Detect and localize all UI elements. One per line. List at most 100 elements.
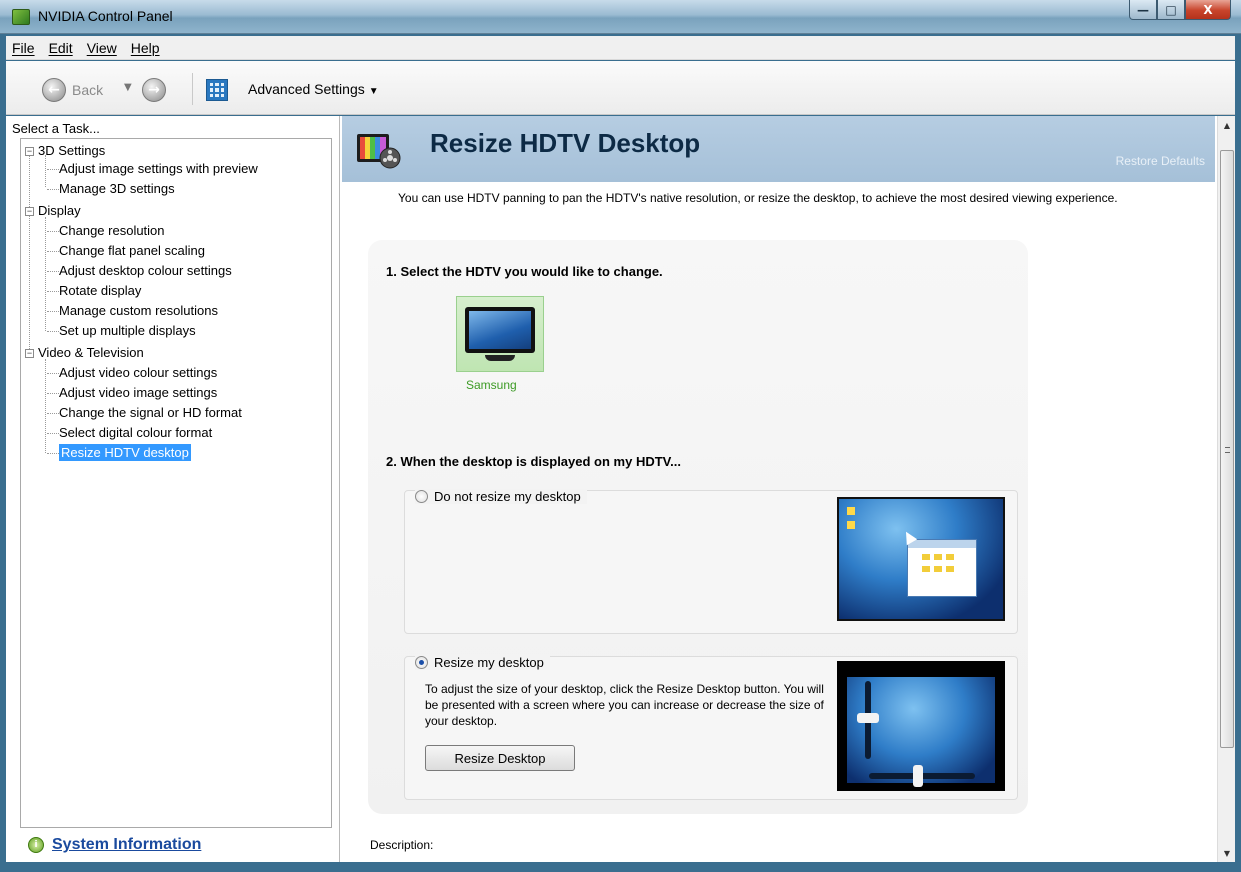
close-button[interactable]: X xyxy=(1185,0,1231,20)
tree-branch xyxy=(47,331,59,332)
tree-item-digital-colour-format[interactable]: Select digital colour format xyxy=(59,423,212,443)
category-label: Display xyxy=(38,203,81,218)
tree-item-signal-hd-format[interactable]: Change the signal or HD format xyxy=(59,403,242,423)
tree-item-label: Set up multiple displays xyxy=(59,323,196,338)
tree-item-label: Change the signal or HD format xyxy=(59,405,242,420)
grip-icon xyxy=(1225,447,1230,453)
task-pane-header: Select a Task... xyxy=(12,121,100,136)
nvidia-app-icon xyxy=(12,9,30,25)
step2-heading: 2. When the desktop is displayed on my H… xyxy=(386,454,681,469)
forward-button[interactable]: → xyxy=(142,78,166,102)
tree-branch xyxy=(47,169,59,170)
collapse-icon[interactable]: − xyxy=(25,349,34,358)
tree-item-label: Resize HDTV desktop xyxy=(59,444,191,461)
tree-item-video-colour[interactable]: Adjust video colour settings xyxy=(59,363,217,383)
tree-branch xyxy=(47,413,59,414)
minimize-icon: — xyxy=(1137,2,1149,17)
category-label: Video & Television xyxy=(38,345,144,360)
advanced-settings-dropdown[interactable]: Advanced Settings ▼ xyxy=(248,81,379,97)
folder xyxy=(946,554,954,560)
page-title: Resize HDTV Desktop xyxy=(430,128,701,158)
tree-item-adjust-image-settings[interactable]: Adjust image settings with preview xyxy=(59,159,258,179)
menu-view[interactable]: View xyxy=(87,40,117,56)
collapse-icon[interactable]: − xyxy=(25,147,34,156)
settings-panel: 1. Select the HDTV you would like to cha… xyxy=(368,240,1028,814)
task-pane: Select a Task... −3D Settings Adjust ima… xyxy=(6,116,340,862)
tree-item-label: Rotate display xyxy=(59,283,142,298)
tree-item-desktop-colour[interactable]: Adjust desktop colour settings xyxy=(59,261,232,281)
folder xyxy=(934,554,942,560)
vertical-slider-thumb xyxy=(857,713,879,723)
chevron-down-icon: ▼ xyxy=(368,86,379,97)
folder xyxy=(922,554,930,560)
collapse-icon[interactable]: − xyxy=(25,207,34,216)
info-icon: i xyxy=(28,837,44,853)
menu-edit[interactable]: Edit xyxy=(49,40,73,56)
tree-item-label: Adjust video image settings xyxy=(59,385,218,400)
minimize-button[interactable]: — xyxy=(1129,0,1157,20)
tree-item-multiple-displays[interactable]: Set up multiple displays xyxy=(59,321,196,341)
radio-button-unchecked[interactable] xyxy=(415,490,428,503)
title-bar: NVIDIA Control Panel — □ X xyxy=(0,0,1241,34)
scroll-up-icon[interactable]: ▲ xyxy=(1218,116,1236,134)
tree-item-label: Adjust desktop colour settings xyxy=(59,263,232,278)
maximize-icon: □ xyxy=(1165,2,1177,17)
toolbar-separator xyxy=(192,73,193,105)
system-information-link-row: i System Information xyxy=(28,836,201,854)
window-controls: — □ X xyxy=(1129,0,1231,22)
menu-bar: File Edit View Help xyxy=(6,36,1235,60)
radio-label: Resize my desktop xyxy=(434,655,544,670)
display-name: Samsung xyxy=(466,378,517,392)
display-selector-samsung[interactable] xyxy=(456,296,544,372)
tree-connector xyxy=(45,217,46,331)
tree-branch xyxy=(47,373,59,374)
system-information-link[interactable]: System Information xyxy=(52,836,201,854)
option-do-not-resize-group: Do not resize my desktop xyxy=(404,489,1018,634)
maximize-button[interactable]: □ xyxy=(1157,0,1185,20)
task-grid-icon[interactable] xyxy=(206,79,228,101)
tree-category-3d-settings[interactable]: −3D Settings xyxy=(25,141,105,161)
tree-connector xyxy=(29,155,30,349)
back-button[interactable]: ← xyxy=(42,78,66,102)
forward-arrow-icon: → xyxy=(148,82,160,98)
tree-branch xyxy=(47,251,59,252)
monitor-icon xyxy=(465,307,535,353)
horizontal-slider-thumb xyxy=(913,765,923,787)
tree-item-label: Change flat panel scaling xyxy=(59,243,205,258)
tree-item-flat-panel-scaling[interactable]: Change flat panel scaling xyxy=(59,241,205,261)
tree-item-manage-3d-settings[interactable]: Manage 3D settings xyxy=(59,179,175,199)
radio-resize[interactable]: Resize my desktop xyxy=(415,655,550,670)
tree-branch xyxy=(47,453,59,454)
desktop-icon xyxy=(847,507,855,515)
scrollbar-thumb[interactable] xyxy=(1220,150,1234,748)
resize-desktop-button[interactable]: Resize Desktop xyxy=(425,745,575,771)
vertical-scrollbar[interactable]: ▲ ▼ xyxy=(1217,116,1235,862)
menu-help[interactable]: Help xyxy=(131,40,160,56)
folder xyxy=(922,566,930,572)
option-resize-group: Resize my desktop To adjust the size of … xyxy=(404,655,1018,800)
client-area: Select a Task... −3D Settings Adjust ima… xyxy=(6,116,1235,862)
folder xyxy=(934,566,942,572)
folder xyxy=(946,566,954,572)
tree-branch xyxy=(47,271,59,272)
tree-item-rotate-display[interactable]: Rotate display xyxy=(59,281,141,301)
tree-item-custom-resolutions[interactable]: Manage custom resolutions xyxy=(59,301,218,321)
tree-item-label: Adjust image settings with preview xyxy=(59,161,258,176)
tree-item-change-resolution[interactable]: Change resolution xyxy=(59,221,165,241)
tree-branch xyxy=(47,189,59,190)
radio-do-not-resize[interactable]: Do not resize my desktop xyxy=(415,489,587,504)
page-banner: Resize HDTV Desktop Restore Defaults xyxy=(342,116,1215,182)
tree-category-video-television[interactable]: − Video & Television xyxy=(25,343,144,363)
tree-item-resize-hdtv-desktop[interactable]: Resize HDTV desktop xyxy=(59,443,191,463)
back-arrow-icon: ← xyxy=(48,82,60,98)
menu-file[interactable]: File xyxy=(12,40,35,56)
tree-item-video-image[interactable]: Adjust video image settings xyxy=(59,383,217,403)
radio-button-checked[interactable] xyxy=(415,656,428,669)
restore-defaults-link[interactable]: Restore Defaults xyxy=(1116,154,1205,168)
tree-item-label: Change resolution xyxy=(59,223,165,238)
history-dropdown-icon[interactable]: ▼ xyxy=(124,82,132,93)
explorer-window xyxy=(907,539,977,597)
scroll-down-icon[interactable]: ▼ xyxy=(1218,844,1236,862)
back-label: Back xyxy=(72,82,104,98)
tree-category-display[interactable]: − Display xyxy=(25,201,81,221)
